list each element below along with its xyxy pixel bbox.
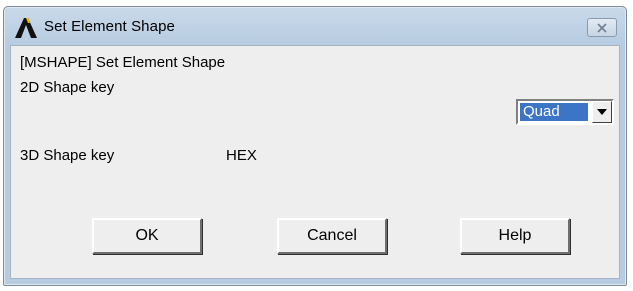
title-bar[interactable]: Set Element Shape [4,7,626,45]
shape-3d-label: 3D Shape key [20,147,115,164]
shape-2d-select[interactable]: Quad [516,99,614,125]
dialog-body: [MSHAPE] Set Element Shape 2D Shape key … [10,45,620,279]
shape-3d-value: HEX [226,147,257,164]
help-button[interactable]: Help [460,218,570,254]
dialog-heading: [MSHAPE] Set Element Shape [20,54,226,71]
shape-2d-selected-value: Quad [520,103,588,121]
shape-2d-label: 2D Shape key [20,79,115,96]
close-icon [597,22,607,33]
chevron-down-icon [597,109,607,115]
cancel-button[interactable]: Cancel [277,218,387,254]
dialog-window: Set Element Shape [MSHAPE] Set Element S… [3,6,627,286]
close-button[interactable] [587,18,617,37]
ok-button[interactable]: OK [92,218,202,254]
dropdown-arrow-button[interactable] [592,101,612,123]
window-title: Set Element Shape [44,18,175,35]
ansys-logo-icon [15,18,37,38]
